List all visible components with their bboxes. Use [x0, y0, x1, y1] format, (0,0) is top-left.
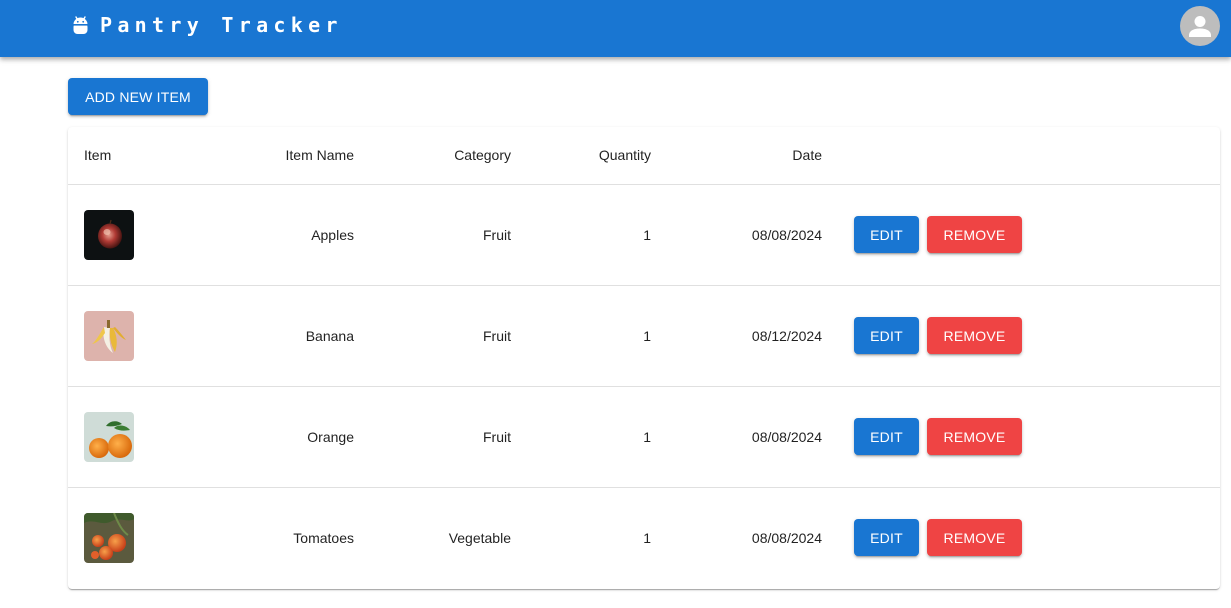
table-row: Tomatoes Vegetable 1 08/08/2024 EDIT REM…	[68, 487, 1220, 588]
edit-button[interactable]: EDIT	[854, 519, 919, 557]
add-new-item-button[interactable]: ADD NEW ITEM	[68, 78, 208, 115]
tomato-photo	[84, 512, 134, 563]
avatar[interactable]	[1180, 6, 1220, 46]
app-title: Pantry Tracker	[100, 13, 343, 37]
item-date: 08/08/2024	[751, 529, 822, 546]
row-actions: EDIT REMOVE	[854, 216, 1204, 253]
remove-button[interactable]: REMOVE	[927, 216, 1022, 253]
table-row: Orange Fruit 1 08/08/2024 EDIT REMOVE	[68, 386, 1220, 488]
item-date: 08/12/2024	[667, 285, 838, 387]
item-quantity: 1	[527, 285, 667, 387]
item-date: 08/08/2024	[667, 184, 838, 286]
item-category: Vegetable	[448, 529, 511, 546]
header-category: Category	[370, 127, 527, 185]
pantry-table-card: Item Item Name Category Quantity Date Ap…	[68, 127, 1220, 589]
item-name: Apples	[207, 184, 370, 286]
table-row: Banana Fruit 1 08/12/2024 EDIT REMOVE	[68, 285, 1220, 387]
android-icon	[73, 16, 88, 34]
item-name: Banana	[207, 285, 370, 387]
orange-photo	[84, 411, 134, 462]
person-icon	[1189, 16, 1211, 37]
remove-button[interactable]: REMOVE	[927, 317, 1022, 354]
row-actions: EDIT REMOVE	[854, 519, 1204, 557]
app-bar: Pantry Tracker	[0, 0, 1231, 57]
remove-button[interactable]: REMOVE	[927, 418, 1022, 455]
item-category: Fruit	[370, 184, 527, 286]
header-date: Date	[667, 127, 838, 185]
item-name: Tomatoes	[293, 529, 354, 546]
item-category: Fruit	[370, 285, 527, 387]
pantry-table: Item Item Name Category Quantity Date Ap…	[68, 127, 1220, 588]
row-actions: EDIT REMOVE	[854, 317, 1204, 354]
header-item: Item	[68, 127, 207, 185]
edit-button[interactable]: EDIT	[854, 216, 919, 253]
header-quantity: Quantity	[527, 127, 667, 185]
edit-button[interactable]: EDIT	[854, 418, 919, 455]
item-name: Orange	[207, 386, 370, 488]
header-item-name: Item Name	[207, 127, 370, 185]
remove-button[interactable]: REMOVE	[927, 519, 1022, 557]
item-date: 08/08/2024	[667, 386, 838, 488]
header-actions	[838, 127, 1220, 185]
table-row: Apples Fruit 1 08/08/2024 EDIT REMOVE	[68, 184, 1220, 286]
row-actions: EDIT REMOVE	[854, 418, 1204, 455]
item-category: Fruit	[370, 386, 527, 488]
table-header-row: Item Item Name Category Quantity Date	[68, 127, 1220, 185]
item-quantity: 1	[643, 529, 651, 546]
banana-photo	[84, 310, 134, 361]
apple-photo	[84, 209, 134, 260]
item-quantity: 1	[527, 386, 667, 488]
item-quantity: 1	[527, 184, 667, 286]
edit-button[interactable]: EDIT	[854, 317, 919, 354]
